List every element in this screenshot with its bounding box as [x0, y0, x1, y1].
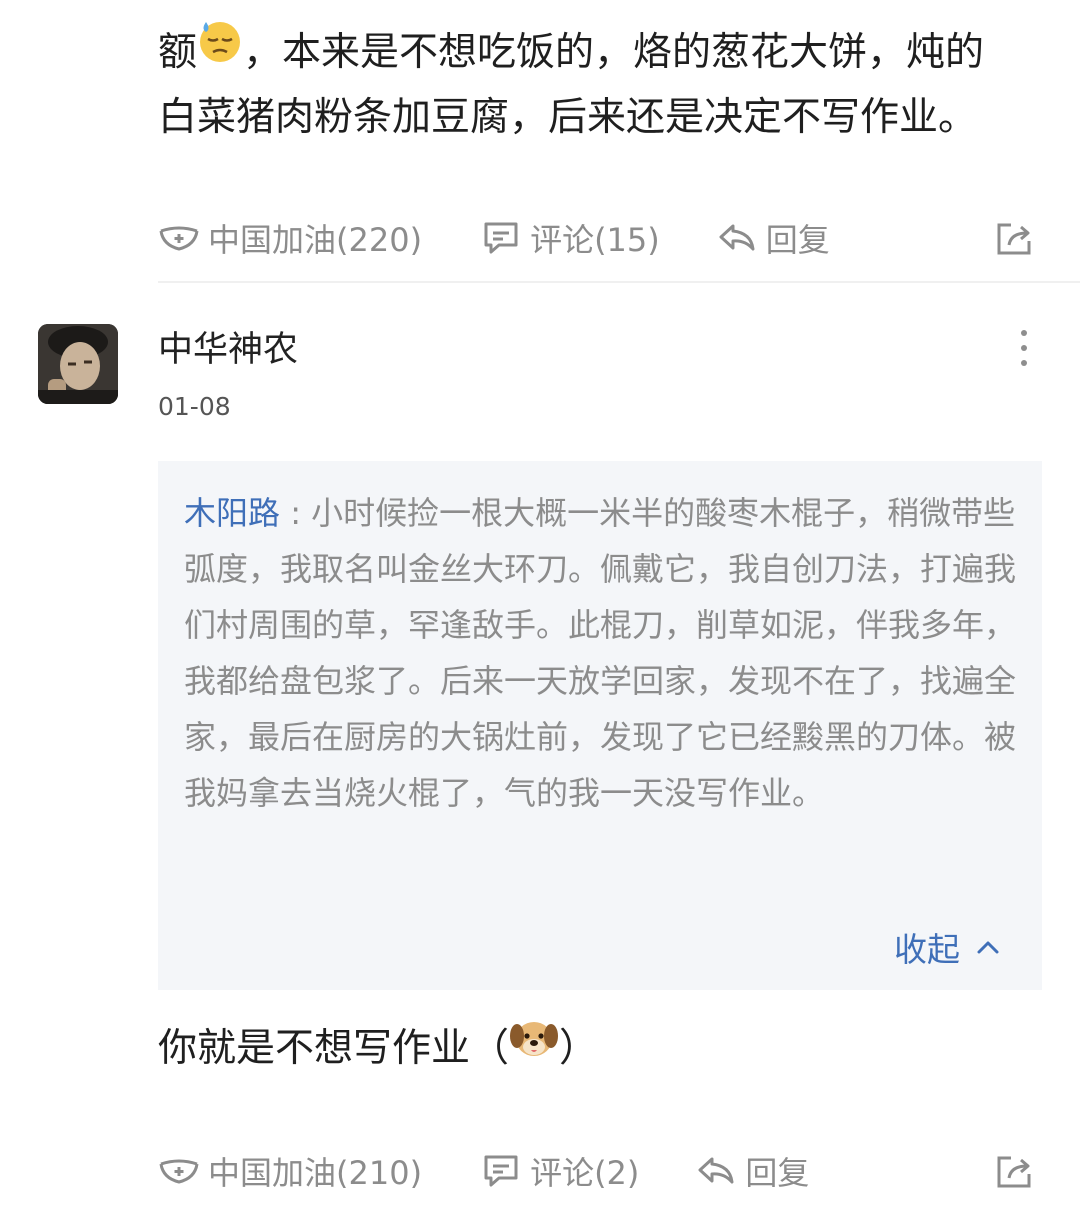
share-button[interactable]: [993, 217, 1043, 259]
post-text-line-1: 额 ，本来是不想吃饭的，烙的葱花大饼，炖的: [158, 22, 1048, 87]
post-text-line-1-rest: ，本来是不想吃饭的，烙的葱花大饼，炖的: [243, 30, 985, 75]
quoted-reply: 木阳路 : 小时候捡一根大概一米半的酸枣木棍子，稍微带些弧度，我取名叫金丝大环刀…: [158, 461, 1042, 990]
more-icon[interactable]: [1012, 330, 1036, 366]
mask-icon: [159, 1159, 199, 1184]
post-text-prefix: 额: [158, 30, 198, 75]
mask-icon: [159, 226, 199, 251]
reply-icon: [698, 1157, 734, 1184]
comment-text: 你就是不想写作业（ ）: [158, 1016, 1048, 1085]
comment-icon: [484, 1155, 518, 1187]
cheer-button[interactable]: 中国加油(210): [158, 1148, 422, 1194]
comment-icon: [484, 222, 518, 254]
quote-separator: :: [280, 494, 312, 532]
dog-emoji: [509, 1012, 559, 1081]
post-action-bar: 中国加油(220) 评论(15) 回复: [158, 208, 1043, 268]
collapse-button[interactable]: 收起: [894, 923, 1002, 971]
comment-text-end: ）: [559, 1026, 599, 1071]
collapse-label: 收起: [894, 930, 960, 969]
cheer-button[interactable]: 中国加油(220): [158, 215, 422, 261]
cheer-count: 中国加油(220): [208, 221, 423, 259]
post-text-line-2: 白菜猪肉粉条加豆腐，后来还是决定不写作业。: [158, 95, 978, 140]
divider: [158, 281, 1080, 283]
comment-username[interactable]: 中华神农: [158, 325, 298, 375]
reply-label: 回复: [745, 1154, 810, 1192]
reply-button[interactable]: 回复: [716, 215, 830, 261]
reply-icon: [719, 224, 755, 251]
sweat-emoji: [197, 18, 243, 83]
comment-count: 评论(15): [530, 221, 660, 259]
share-button[interactable]: [993, 1150, 1043, 1192]
comment-count: 评论(2): [530, 1154, 640, 1192]
share-icon: [997, 1156, 1031, 1188]
quote-author[interactable]: 木阳路: [184, 494, 280, 532]
comment-action-bar: 中国加油(210) 评论(2) 回复: [158, 1141, 1043, 1201]
post-text: 额 ，本来是不想吃饭的，烙的葱花大饼，炖的 白菜猪肉粉条加豆腐，后来还是决定不写…: [158, 22, 1048, 149]
comment-button[interactable]: 评论(15): [480, 215, 660, 261]
reply-button[interactable]: 回复: [695, 1148, 809, 1194]
comment-text-main: 你就是不想写作业（: [158, 1026, 510, 1071]
comment-date: 01-08: [158, 392, 231, 421]
cheer-count: 中国加油(210): [208, 1154, 423, 1192]
chevron-up-icon: [977, 941, 999, 954]
avatar[interactable]: [38, 324, 118, 404]
share-icon: [997, 223, 1031, 255]
quote-text: 木阳路 : 小时候捡一根大概一米半的酸枣木棍子，稍微带些弧度，我取名叫金丝大环刀…: [184, 485, 1018, 821]
quote-body: 小时候捡一根大概一米半的酸枣木棍子，稍微带些弧度，我取名叫金丝大环刀。佩戴它，我…: [184, 494, 1017, 812]
reply-label: 回复: [765, 221, 830, 259]
comment-button[interactable]: 评论(2): [480, 1148, 639, 1194]
